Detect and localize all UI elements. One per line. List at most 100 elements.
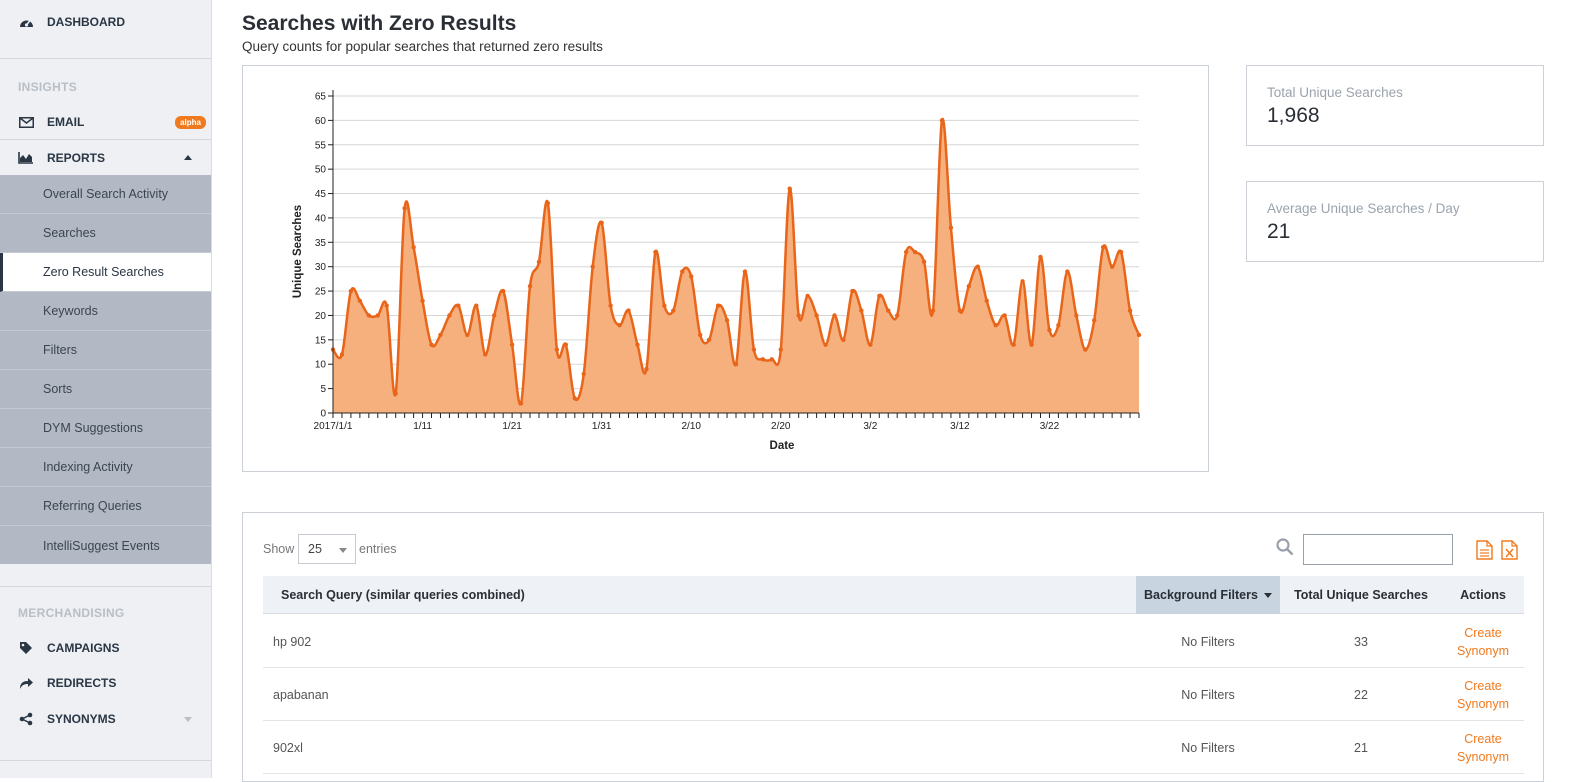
y-tick-label: 50 bbox=[315, 165, 327, 176]
data-point bbox=[984, 298, 989, 304]
y-tick-label: 55 bbox=[315, 140, 327, 151]
divider bbox=[0, 58, 211, 59]
data-point bbox=[644, 366, 649, 372]
report-item-sorts[interactable]: Sorts bbox=[0, 370, 211, 409]
data-point bbox=[447, 313, 452, 318]
total-cell: 22 bbox=[1354, 687, 1368, 702]
data-point bbox=[832, 313, 837, 318]
action-line: Synonym bbox=[1456, 697, 1510, 711]
data-point bbox=[877, 293, 882, 299]
column-header-label: Background Filters bbox=[1144, 588, 1258, 602]
sidebar-item-redirects[interactable]: REDIRECTS bbox=[0, 673, 211, 693]
query-cell: hp 902 bbox=[273, 634, 312, 649]
table-header: Search Query (similar queries combined) … bbox=[263, 576, 1524, 614]
data-point bbox=[1002, 313, 1007, 318]
y-tick-label: 30 bbox=[315, 262, 327, 273]
average-unique-searches-card: Average Unique Searches / Day 21 bbox=[1246, 181, 1544, 262]
data-point bbox=[957, 308, 963, 313]
data-point bbox=[706, 337, 712, 343]
report-item-keywords[interactable]: Keywords bbox=[0, 292, 211, 331]
data-point bbox=[339, 352, 345, 357]
sidebar-item-campaigns[interactable]: CAMPAIGNS bbox=[0, 638, 211, 658]
y-axis-label: Unique Searches bbox=[292, 205, 304, 298]
sidebar-item-label: EMAIL bbox=[47, 115, 85, 129]
report-item-dym-suggestions[interactable]: DYM Suggestions bbox=[0, 409, 211, 448]
page-size-select[interactable]: 25 bbox=[298, 534, 356, 564]
column-header-search-query[interactable]: Search Query (similar queries combined) bbox=[281, 576, 1131, 614]
sort-desc-icon bbox=[1263, 592, 1272, 598]
report-item-referring-queries[interactable]: Referring Queries bbox=[0, 487, 211, 526]
create-synonym-link[interactable]: Create Synonym bbox=[1440, 677, 1526, 713]
data-point bbox=[518, 401, 524, 406]
data-point bbox=[1056, 323, 1061, 328]
filters-cell: No Filters bbox=[1181, 687, 1235, 702]
sidebar-item-dashboard[interactable]: DASHBOARD bbox=[0, 12, 211, 32]
data-point bbox=[492, 313, 497, 318]
sidebar-item-synonyms[interactable]: SYNONYMS bbox=[0, 709, 211, 729]
series-area bbox=[333, 118, 1139, 414]
chart-panel: 0 5 10 15 20 25 30 35 40 45 50 55 60 65 2017/1/1 1/11 1/… bbox=[242, 65, 1209, 472]
create-synonym-link[interactable]: Create Synonym bbox=[1440, 624, 1526, 660]
sidebar-item-reports[interactable]: REPORTS bbox=[0, 148, 211, 168]
table-row: 902xl No Filters 21 Create Synonym bbox=[263, 721, 1524, 774]
data-point bbox=[662, 303, 667, 308]
data-point bbox=[850, 288, 855, 294]
sidebar-item-label: SYNONYMS bbox=[47, 712, 116, 726]
sidebar-item-email[interactable]: EMAIL alpha bbox=[0, 112, 211, 132]
data-point bbox=[509, 342, 515, 347]
data-point bbox=[563, 342, 569, 347]
data-point bbox=[608, 303, 613, 308]
table-search-input[interactable] bbox=[1303, 534, 1453, 565]
data-point bbox=[680, 269, 685, 274]
sidebar: DASHBOARD INSIGHTS EMAIL alpha REPORTS O… bbox=[0, 0, 212, 778]
export-excel-icon[interactable] bbox=[1501, 540, 1518, 565]
data-point bbox=[886, 308, 891, 313]
x-tick-label: 1/11 bbox=[413, 421, 432, 432]
data-point bbox=[1092, 318, 1097, 323]
data-point bbox=[769, 357, 775, 362]
envelope-icon bbox=[18, 114, 34, 130]
export-csv-icon[interactable] bbox=[1476, 540, 1493, 565]
report-item-searches[interactable]: Searches bbox=[0, 214, 211, 253]
table-row: apabanan No Filters 22 Create Synonym bbox=[263, 668, 1524, 721]
data-point bbox=[1118, 249, 1124, 255]
y-tick-label: 65 bbox=[315, 92, 327, 103]
data-point bbox=[868, 342, 873, 347]
column-header-total-unique-searches[interactable]: Total Unique Searches bbox=[1280, 576, 1442, 614]
x-axis-label: Date bbox=[770, 440, 795, 452]
page-size-value: 25 bbox=[308, 542, 322, 556]
data-point bbox=[742, 269, 748, 274]
data-point bbox=[966, 284, 972, 289]
report-item-indexing-activity[interactable]: Indexing Activity bbox=[0, 448, 211, 487]
total-unique-searches-card: Total Unique Searches 1,968 bbox=[1246, 65, 1544, 146]
report-item-zero-result-searches[interactable]: Zero Result Searches bbox=[0, 253, 211, 292]
report-item-overall-search-activity[interactable]: Overall Search Activity bbox=[0, 175, 211, 214]
data-point bbox=[1029, 342, 1034, 347]
report-item-filters[interactable]: Filters bbox=[0, 331, 211, 370]
data-point bbox=[751, 347, 757, 352]
sidebar-item-label: DASHBOARD bbox=[47, 15, 125, 29]
divider bbox=[0, 586, 211, 587]
y-tick-label: 60 bbox=[315, 116, 327, 127]
x-tick-label: 3/12 bbox=[950, 421, 970, 432]
data-point bbox=[653, 249, 658, 255]
data-point bbox=[1011, 342, 1016, 347]
column-header-background-filters[interactable]: Background Filters bbox=[1136, 576, 1280, 614]
report-item-intellisuggest-events[interactable]: IntelliSuggest Events bbox=[0, 526, 211, 565]
section-merchandising: MERCHANDISING bbox=[18, 606, 125, 620]
zero-results-table-panel: Show 25 entries Search Query (similar qu… bbox=[242, 512, 1544, 782]
data-point bbox=[948, 225, 954, 230]
x-tick-label: 3/22 bbox=[1040, 421, 1060, 432]
stat-value: 21 bbox=[1267, 220, 1291, 243]
data-point bbox=[348, 288, 354, 294]
table-row: hp 902 No Filters 33 Create Synonym bbox=[263, 615, 1524, 668]
data-point bbox=[545, 201, 551, 206]
create-synonym-link[interactable]: Create Synonym bbox=[1440, 730, 1526, 766]
action-line: Create bbox=[1464, 626, 1502, 640]
column-header-actions: Actions bbox=[1460, 588, 1506, 602]
data-point bbox=[393, 391, 398, 396]
data-point bbox=[357, 298, 363, 304]
total-cell: 21 bbox=[1354, 740, 1368, 755]
sidebar-item-label: REPORTS bbox=[47, 151, 106, 165]
data-point bbox=[456, 303, 461, 308]
